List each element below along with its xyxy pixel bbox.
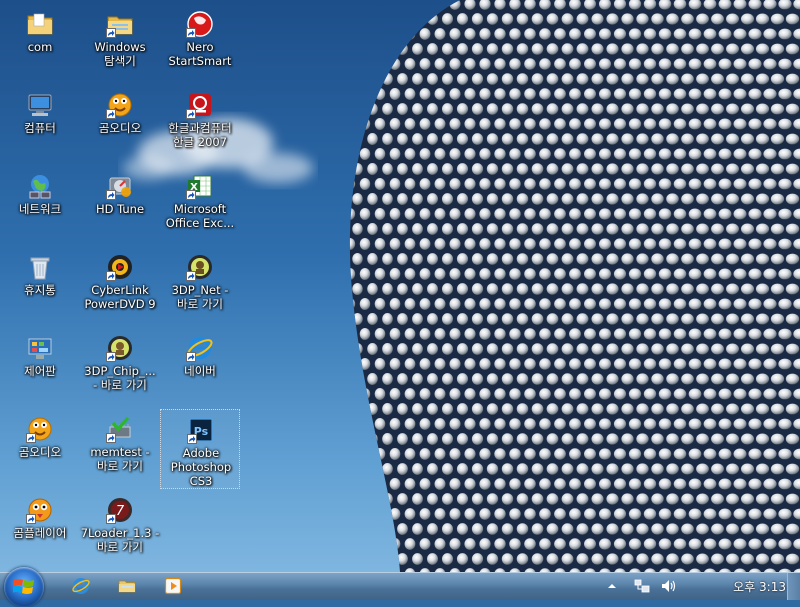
desktop-icon-nero[interactable]: Nero StartSmart — [160, 4, 240, 84]
desktop-icon-folder[interactable]: com — [0, 4, 80, 84]
photoshop-icon: Ps — [187, 416, 215, 444]
desktop-icon-label: 제어판 — [24, 364, 56, 378]
shortcut-arrow-icon — [106, 352, 116, 362]
tray-network-button[interactable] — [634, 578, 650, 594]
desktop-icon-gomplayer[interactable]: 곰플레이어 — [0, 490, 80, 570]
desktop-icon-gomaudio[interactable]: 곰오디오 — [80, 85, 160, 165]
desktop-icon-label: 3DP_Net - 바로 가기 — [171, 283, 229, 311]
desktop-icon-label: 곰플레이어 — [13, 526, 67, 540]
shortcut-arrow-icon — [106, 271, 116, 281]
media-player-icon — [164, 577, 182, 595]
gomaudio-icon — [26, 415, 54, 443]
3dp-chip-icon — [106, 334, 134, 362]
folder-icon — [118, 580, 136, 593]
7loader-icon: 7 — [106, 496, 134, 524]
memtest-icon — [106, 415, 134, 443]
desktop-icon-ie[interactable]: 네이버 — [160, 328, 240, 408]
desktop-icon-label: memtest - 바로 가기 — [90, 445, 150, 473]
desktop-icon-excel[interactable]: X Microsoft Office Exc... — [160, 166, 240, 246]
shortcut-arrow-icon — [186, 28, 196, 38]
start-button[interactable] — [4, 567, 44, 607]
desktop-icon-label: 한글과컴퓨터 한글 2007 — [168, 121, 232, 149]
desktop-icon-control-panel[interactable]: 제어판 — [0, 328, 80, 408]
gomaudio-icon — [106, 91, 134, 119]
taskbar-media-button[interactable] — [156, 574, 190, 598]
system-tray — [590, 573, 740, 599]
desktop-icon-label: 7Loader_1.3 - 바로 가기 — [80, 526, 160, 554]
desktop-icon-label: 네이버 — [184, 364, 216, 378]
desktop-icon-label: Microsoft Office Exc... — [165, 202, 235, 230]
show-hidden-icons-button[interactable] — [604, 578, 620, 594]
shortcut-arrow-icon — [186, 271, 196, 281]
excel-icon: X — [186, 172, 214, 200]
control-panel-icon — [26, 334, 54, 362]
show-desktop-button[interactable] — [787, 573, 800, 600]
network-icon — [634, 579, 650, 593]
shortcut-arrow-icon — [106, 190, 116, 200]
3dp-net-icon — [186, 253, 214, 281]
desktop-icon-label: CyberLink PowerDVD 9 — [84, 283, 156, 311]
taskbar-explorer-button[interactable] — [110, 574, 144, 598]
taskbar-ie-button[interactable] — [64, 574, 98, 598]
tray-volume-button[interactable] — [660, 578, 676, 594]
desktop-icon-label: HD Tune — [95, 202, 145, 216]
desktop-icon-explorer-folder[interactable]: Windows 탐색기 — [80, 4, 160, 84]
desktop-icon-gomaudio[interactable]: 곰오디오 — [0, 409, 80, 489]
desktop-icon-photoshop[interactable]: Ps Adobe Photoshop CS3 — [160, 409, 240, 489]
desktop-icon-hangul[interactable]: 한글과컴퓨터 한글 2007 — [160, 85, 240, 165]
explorer-folder-icon — [106, 10, 134, 38]
desktop-icon-label: 곰오디오 — [18, 445, 62, 459]
windows-logo-icon — [13, 579, 34, 594]
desktop-icon-hdtune[interactable]: HD Tune — [80, 166, 160, 246]
desktop-icon-computer[interactable]: 컴퓨터 — [0, 85, 80, 165]
desktop-icon-label: Adobe Photoshop CS3 — [170, 446, 232, 488]
shortcut-arrow-icon — [187, 434, 197, 444]
taskbar: 오후 3:13 — [0, 567, 800, 607]
hdtune-icon — [106, 172, 134, 200]
computer-icon — [26, 91, 54, 119]
shortcut-arrow-icon — [26, 514, 36, 524]
shortcut-arrow-icon — [26, 433, 36, 443]
desktop-icon-powerdvd[interactable]: CyberLink PowerDVD 9 — [80, 247, 160, 327]
taskbar-clock[interactable]: 오후 3:13 — [733, 578, 786, 595]
folder-icon — [26, 10, 54, 38]
show-hidden-icons-icon — [608, 584, 616, 588]
desktop-icon-3dp-chip[interactable]: 3DP_Chip_... - 바로 가기 — [80, 328, 160, 408]
desktop-icon-label: 휴지통 — [24, 283, 56, 297]
ie-icon — [72, 578, 90, 594]
desktop-icon-label: 곰오디오 — [98, 121, 142, 135]
desktop-icon-memtest[interactable]: memtest - 바로 가기 — [80, 409, 160, 489]
ie-icon — [186, 334, 214, 362]
desktop-icon-recycle-bin[interactable]: 휴지통 — [0, 247, 80, 327]
shortcut-arrow-icon — [106, 514, 116, 524]
desktop-icon-label: Windows 탐색기 — [94, 40, 146, 68]
desktop-icon-label: 3DP_Chip_... - 바로 가기 — [84, 364, 156, 392]
nero-icon — [186, 10, 214, 38]
volume-icon — [662, 580, 676, 592]
shortcut-arrow-icon — [106, 109, 116, 119]
hangul-icon — [186, 91, 214, 119]
shortcut-arrow-icon — [186, 109, 196, 119]
desktop-icon-label: 네트워크 — [18, 202, 62, 216]
shortcut-arrow-icon — [186, 190, 196, 200]
powerdvd-icon — [106, 253, 134, 281]
shortcut-arrow-icon — [106, 28, 116, 38]
shortcut-arrow-icon — [106, 433, 116, 443]
desktop-icon-3dp-net[interactable]: 3DP_Net - 바로 가기 — [160, 247, 240, 327]
desktop-icon-7loader[interactable]: 7 7Loader_1.3 - 바로 가기 — [80, 490, 160, 570]
network-icon — [26, 172, 54, 200]
desktop-icon-label: 컴퓨터 — [24, 121, 56, 135]
desktop-icon-label: Nero StartSmart — [168, 40, 232, 68]
recycle-bin-icon — [26, 253, 54, 281]
shortcut-arrow-icon — [186, 352, 196, 362]
svg-text:7: 7 — [116, 504, 125, 519]
gomplayer-icon — [26, 496, 54, 524]
desktop-icon-network[interactable]: 네트워크 — [0, 166, 80, 246]
desktop-icon-label: com — [27, 40, 53, 54]
